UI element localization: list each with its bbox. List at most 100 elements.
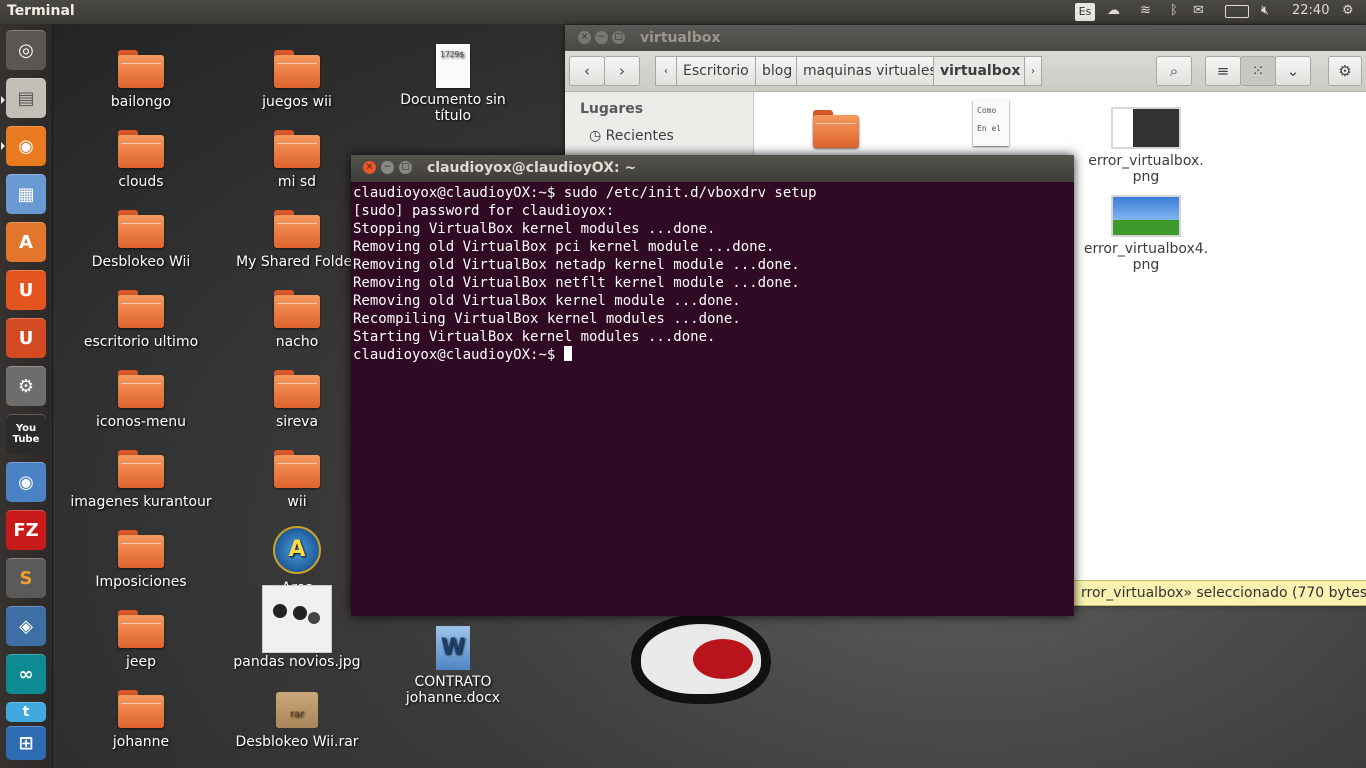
folder-icon [118,450,164,488]
breadcrumb-maquinas-virtuales[interactable]: maquinas virtuales [796,56,944,86]
minimize-icon[interactable]: − [595,31,608,44]
sidebar-item-recent[interactable]: ◷ Recientes [589,128,674,144]
desktop-file-docx[interactable]: W CONTRATO johanne.docx [378,626,528,706]
software-center-icon[interactable]: A [6,222,46,262]
desktop-folder[interactable]: juegos wii [222,50,372,110]
desktop-folder[interactable]: sireva [222,370,372,430]
terminal-window[interactable]: × − □ claudioyox@claudioyOX: ~ claudioyo… [351,155,1074,616]
wifi-icon[interactable]: ≋ [1140,3,1151,18]
files-icon[interactable]: ▤ [6,78,46,118]
desktop-file-pandas[interactable]: pandas novios.jpg [222,654,372,670]
keyboard-layout-indicator[interactable]: Es [1075,3,1095,21]
desktop-folder[interactable]: wii [222,450,372,510]
dash-icon[interactable]: ◎ [6,30,46,70]
running-indicator [1,96,5,104]
desktop-folder[interactable]: bailongo [66,50,216,110]
desktop-folder[interactable]: Desblokeo Wii [66,210,216,270]
list-view-icon[interactable]: ≡ [1205,56,1241,86]
breadcrumb-blog[interactable]: blog [755,56,800,86]
word-document-icon: W [436,626,470,670]
desktop-folder[interactable]: Imposiciones [66,530,216,590]
battery-icon[interactable] [1225,5,1249,18]
youtube-icon[interactable]: You Tube [6,414,46,454]
image-thumbnail [262,585,332,653]
minimize-icon[interactable]: − [381,161,394,174]
sublime-icon[interactable]: S [6,558,46,598]
launcher: ◎ ▤ ◉ ▦ A U U ⚙ You Tube ◉ FZ S ◈ ∞ t ⊞ [0,24,53,768]
writer-icon[interactable]: ▦ [6,174,46,214]
close-icon[interactable]: × [363,161,376,174]
folder-icon [118,610,164,648]
file-item-error-virtualbox[interactable]: error_virtualbox. png [1081,107,1211,185]
desktop-folder[interactable]: nacho [222,290,372,350]
power-gear-icon[interactable]: ⚙ [1342,3,1354,18]
desktop-folder[interactable]: imagenes kurantour [66,450,216,510]
ubuntu-one-icon[interactable]: U [6,270,46,310]
filezilla-icon[interactable]: FZ [6,510,46,550]
desktop-file-document[interactable]: 1729$ Documento sin título [378,44,528,124]
forward-button[interactable]: › [604,56,640,86]
desktop-folder[interactable]: escritorio ultimo [66,290,216,350]
file-manager-titlebar[interactable]: × − □ virtualbox [565,25,1366,51]
terminal-titlebar[interactable]: × − □ claudioyox@claudioyOX: ~ [351,155,1074,182]
file-item-error-virtualbox4[interactable]: error_virtualbox4. png [1081,195,1211,273]
folder-icon [118,50,164,88]
folder-icon [118,530,164,568]
desktop-file-rar[interactable]: rar Desblokeo Wii.rar [222,692,372,750]
text-file-item[interactable]: Como En el [936,100,1046,150]
twitter-icon[interactable]: t [6,702,46,722]
firefox-icon[interactable]: ◉ [6,126,46,166]
clock-icon: ◷ [589,128,602,144]
desktop-folder[interactable]: clouds [66,130,216,190]
close-icon[interactable]: × [578,31,591,44]
maximize-icon[interactable]: □ [612,31,625,44]
volume-muted-icon[interactable]: 🔇︎ [1261,3,1269,18]
desktop-folder[interactable]: iconos-menu [66,370,216,430]
workspaces-icon[interactable]: ⊞ [6,726,46,760]
terminal-output[interactable]: claudioyox@claudioyOX:~$ sudo /etc/init.… [353,184,817,364]
desktop-folder[interactable]: jeep [66,610,216,670]
folder-icon [274,210,320,248]
cloud-icon[interactable]: ☁ [1107,3,1120,18]
mail-icon[interactable]: ✉ [1193,3,1204,18]
chromium-icon[interactable]: ◉ [6,462,46,502]
bluetooth-icon[interactable]: ᛒ [1170,3,1178,18]
desktop-folder[interactable]: mi sd [222,130,372,190]
arduino-icon[interactable]: ∞ [6,654,46,694]
virtualbox-icon[interactable]: ◈ [6,606,46,646]
clock[interactable]: 22:40 [1292,3,1329,18]
chevron-down-icon[interactable]: ⌄ [1275,56,1311,86]
file-manager-toolbar: ‹ › ‹ Escritorio blog maquinas virtuales… [565,51,1366,92]
ubuntu-one-music-icon[interactable]: U [6,318,46,358]
top-panel: Terminal Es ☁ ≋ ᛒ ✉ 🔇︎ 22:40 ⚙ [0,0,1366,24]
image-thumbnail [1111,195,1181,237]
desktop-folder[interactable]: My Shared Folder [222,210,372,270]
running-indicator [1,142,5,150]
folder-icon [118,210,164,248]
desktop-folder[interactable]: johanne [66,690,216,750]
folder-icon [813,110,859,148]
breadcrumb-scroll-left[interactable]: ‹ [655,56,677,86]
terminal-title: claudioyox@claudioyOX: ~ [427,160,637,176]
archive-icon: rar [276,692,318,728]
folder-icon [274,370,320,408]
active-app-name: Terminal [7,3,75,19]
breadcrumb-escritorio[interactable]: Escritorio [676,56,756,86]
grid-view-icon[interactable]: ⁙ [1240,56,1276,86]
sidebar-heading: Lugares [580,101,644,117]
folder-icon [118,290,164,328]
folder-item[interactable] [781,110,891,154]
folder-icon [118,130,164,168]
breadcrumb-virtualbox[interactable]: virtualbox [933,56,1028,86]
breadcrumb-scroll-right[interactable]: › [1024,56,1042,86]
gear-icon[interactable]: ⚙ [1328,56,1362,86]
folder-icon [274,50,320,88]
search-icon[interactable]: ⌕ [1156,56,1192,86]
back-button[interactable]: ‹ [569,56,605,86]
maximize-icon[interactable]: □ [399,161,412,174]
folder-icon [118,690,164,728]
image-thumbnail [1111,107,1181,149]
text-document-icon: Como En el [973,100,1009,146]
settings-icon[interactable]: ⚙ [6,366,46,406]
file-manager-title: virtualbox [640,30,721,46]
